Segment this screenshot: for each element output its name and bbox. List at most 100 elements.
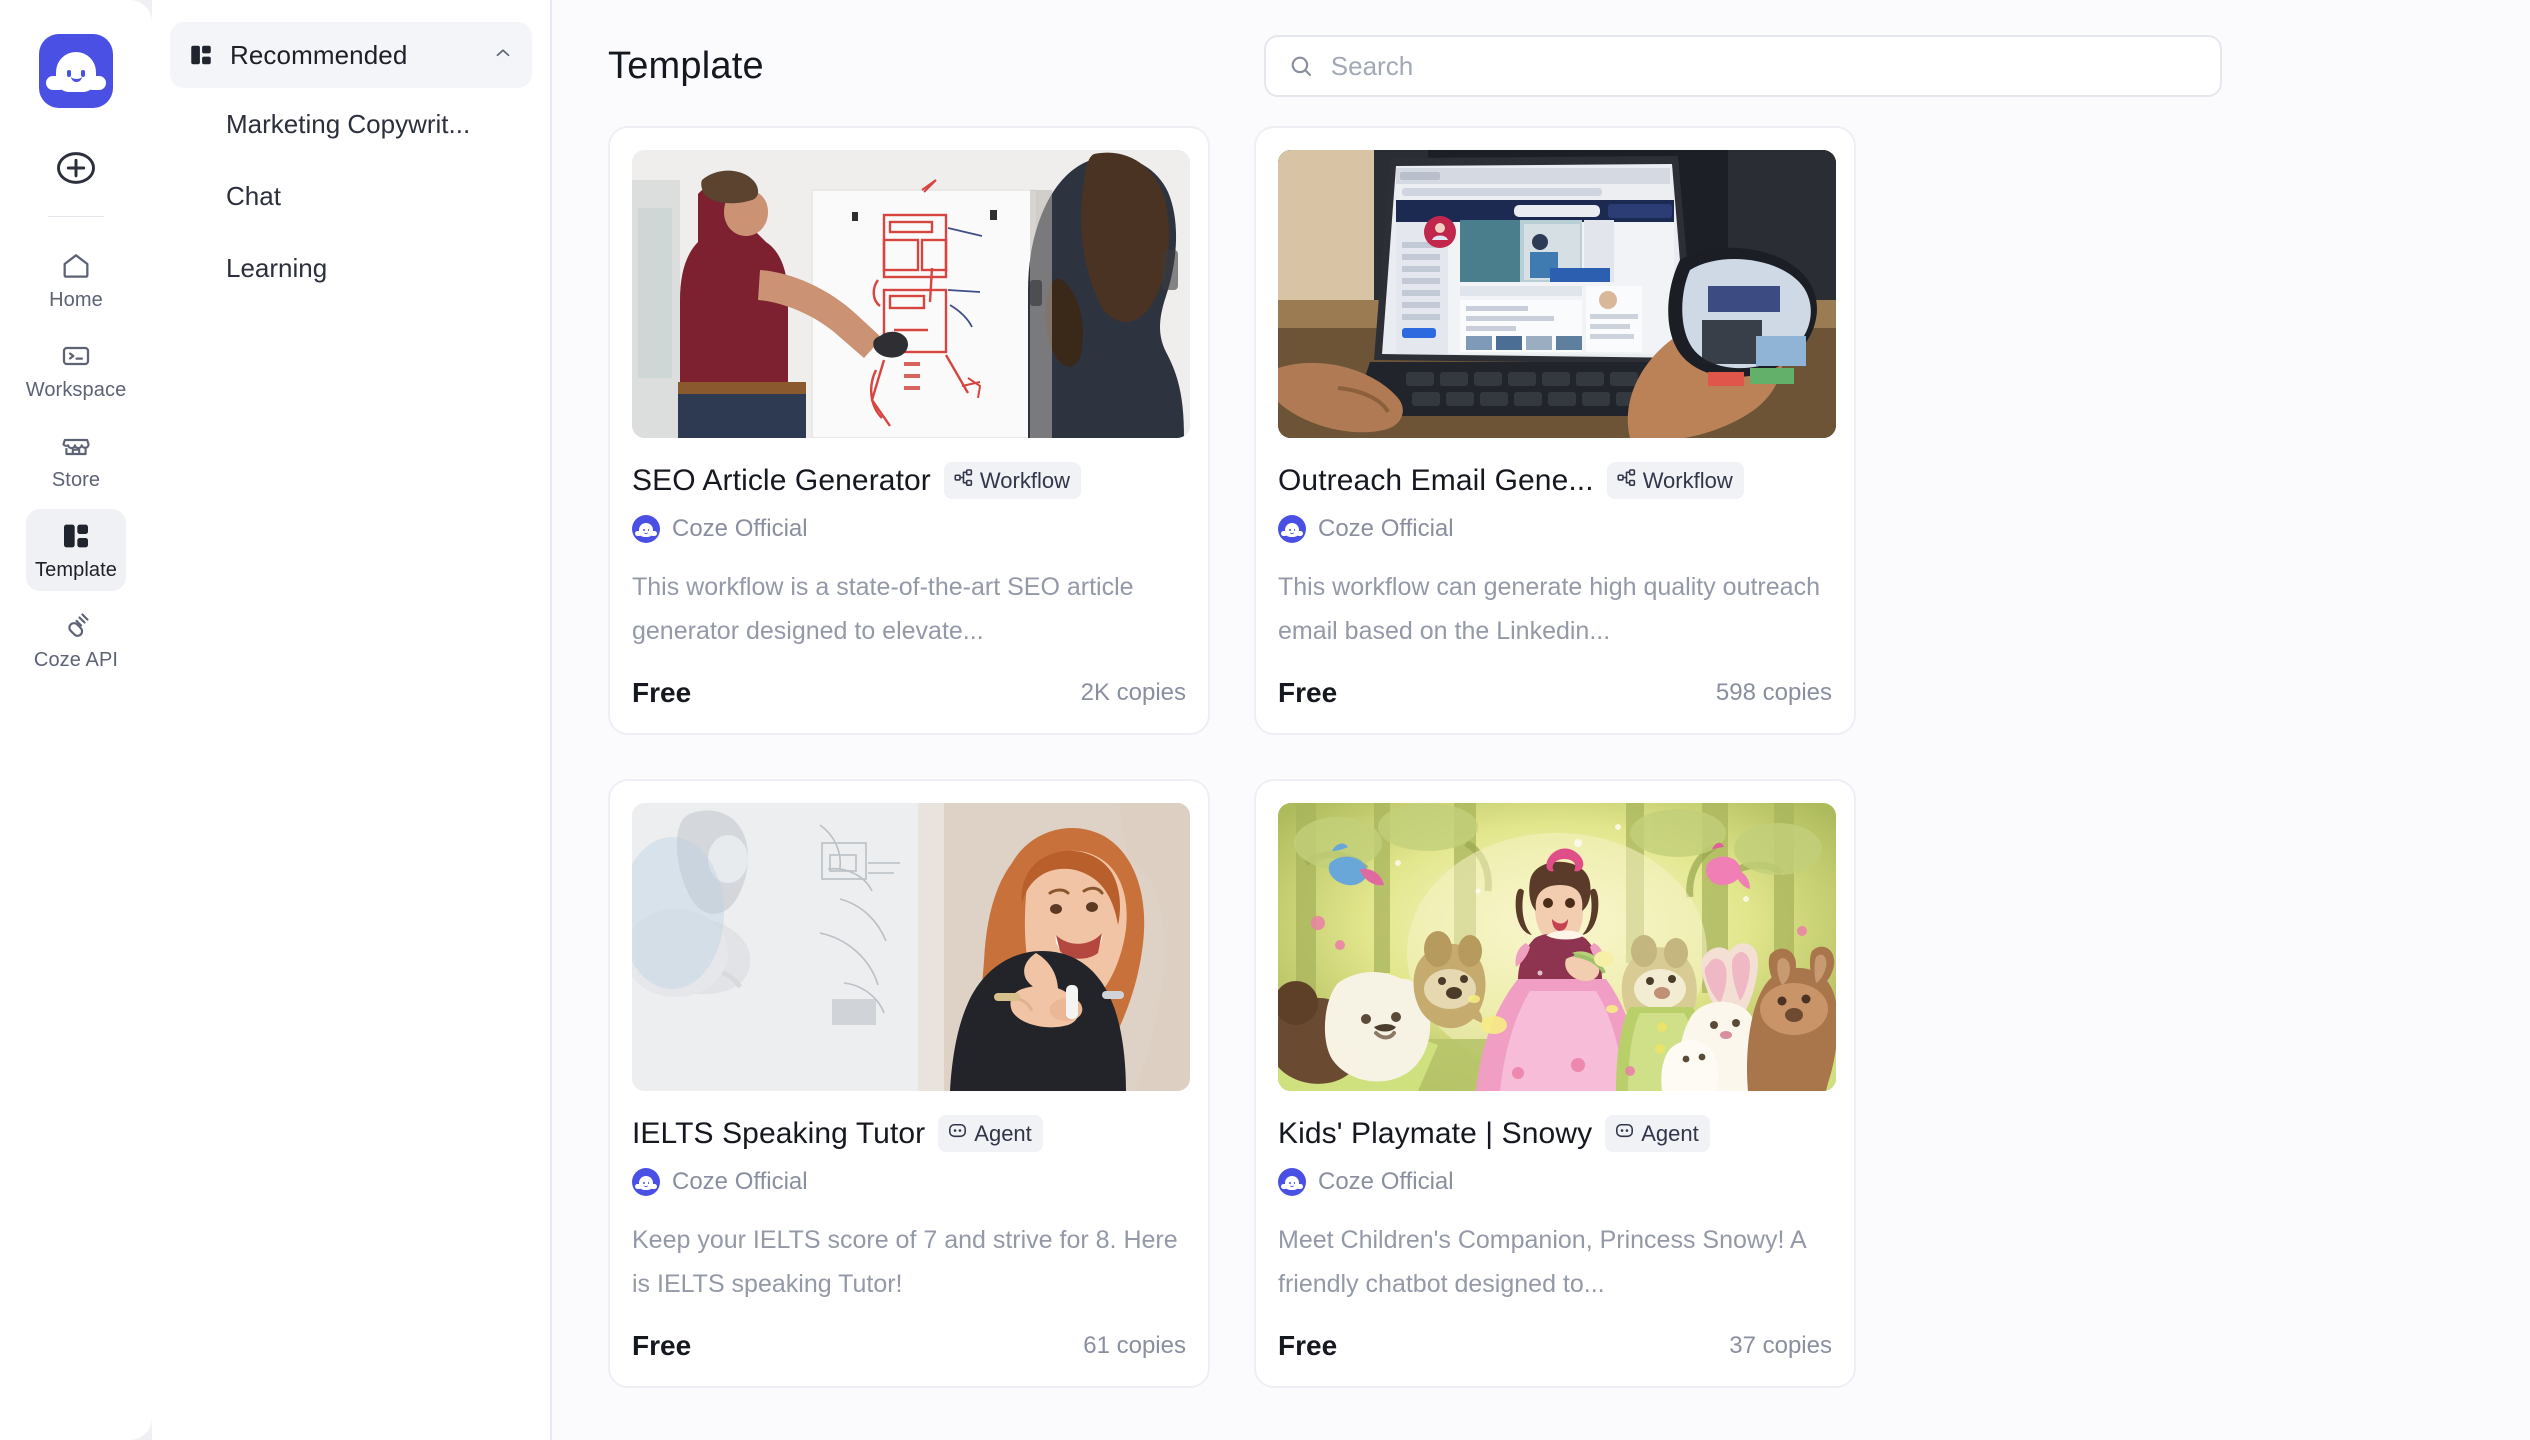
terminal-folder-icon [60, 340, 92, 372]
content-header: Template [608, 30, 2472, 102]
card-price: Free [632, 677, 692, 708]
sidebar-item-store[interactable]: Store [26, 419, 126, 501]
layout-grid-icon [188, 42, 214, 68]
page-title: Template [608, 44, 764, 87]
card-price: Free [1278, 1330, 1338, 1361]
workflow-nodes-icon [1616, 467, 1637, 494]
sidebar-item-label: Store [51, 469, 101, 491]
store-icon [60, 430, 92, 462]
author-name: Coze Official [1318, 515, 1454, 542]
smiling-woman-whiteboard-photo [632, 803, 1190, 1091]
chevron-up-icon[interactable] [492, 42, 514, 69]
category-group-label: Recommended [230, 39, 408, 70]
status-badge: Workflow [1606, 462, 1744, 499]
card-description: Keep your IELTS score of 7 and strive fo… [632, 1226, 1178, 1298]
avatar [632, 1168, 660, 1196]
badge-label: Agent [974, 1120, 1032, 1146]
template-card[interactable]: Kids' Playmate | Snowy Agent Coze Offici… [1254, 779, 1856, 1388]
template-thumbnail [1278, 150, 1836, 438]
plus-circle-icon [57, 152, 95, 184]
coze-ghost-logo[interactable] [39, 34, 113, 108]
create-button[interactable] [54, 146, 98, 190]
search-icon [1288, 53, 1315, 80]
card-description: This workflow is a state-of-the-art SEO … [632, 573, 1134, 645]
sidebar-item-label: Template [35, 559, 117, 581]
card-title: IELTS Speaking Tutor [632, 1116, 926, 1150]
category-group-recommended[interactable]: Recommended [170, 22, 532, 88]
template-thumbnail [632, 150, 1190, 438]
card-title: Kids' Playmate | Snowy [1278, 1116, 1593, 1150]
card-description: Meet Children's Companion, Princess Snow… [1278, 1226, 1806, 1298]
category-item-label: Chat [226, 180, 281, 211]
template-thumbnail [632, 803, 1190, 1091]
main-content: Template Search SEO Article Generator Wo… [552, 0, 2530, 1440]
laptop-social-profile-photo [1278, 150, 1836, 438]
two-people-whiteboard-photo [632, 150, 1190, 438]
status-badge: Workflow [943, 462, 1081, 499]
avatar [632, 515, 660, 543]
sidebar-item-label: Workspace [25, 379, 127, 401]
category-panel: Recommended Marketing Copywrit... Chat L… [152, 0, 552, 1440]
home-icon [60, 250, 92, 282]
card-copies: 2K copies [1080, 679, 1186, 706]
sidebar-item-label: Home [49, 289, 103, 311]
category-item-learning[interactable]: Learning [170, 232, 532, 304]
agent-face-icon [1614, 1120, 1635, 1147]
author-name: Coze Official [672, 1168, 808, 1195]
card-author: Coze Official [632, 1168, 1186, 1196]
badge-label: Agent [1641, 1120, 1699, 1146]
avatar [1278, 1168, 1306, 1196]
avatar [1278, 515, 1306, 543]
category-item-label: Marketing Copywrit... [226, 108, 471, 139]
badge-label: Workflow [979, 467, 1070, 493]
card-price: Free [632, 1330, 692, 1361]
workflow-nodes-icon [953, 467, 974, 494]
rail-divider [48, 216, 104, 217]
card-description: This workflow can generate high quality … [1278, 573, 1820, 645]
card-author: Coze Official [1278, 515, 1832, 543]
search-input[interactable] [1330, 50, 2198, 82]
card-title-row: SEO Article Generator Workflow [632, 462, 1186, 499]
card-footer: Free 61 copies [632, 1318, 1186, 1374]
rail-item-list: Home Workspace Store Template Coze API [0, 239, 152, 689]
card-author: Coze Official [632, 515, 1186, 543]
template-card[interactable]: Outreach Email Gene... Workflow Coze Off… [1254, 126, 1856, 735]
search-box[interactable] [1263, 35, 2222, 97]
category-item-label: Learning [226, 252, 328, 283]
card-title: SEO Article Generator [632, 463, 931, 497]
app-root: Home Workspace Store Template Coze API R… [0, 0, 2530, 1440]
plug-connect-icon [60, 610, 92, 642]
card-footer: Free 37 copies [1278, 1318, 1832, 1374]
princess-forest-animals-illustration [1278, 803, 1836, 1091]
card-copies: 598 copies [1715, 679, 1832, 706]
template-card[interactable]: IELTS Speaking Tutor Agent Coze Official… [608, 779, 1210, 1388]
sidebar-item-coze-api[interactable]: Coze API [26, 599, 126, 681]
primary-nav-rail: Home Workspace Store Template Coze API [0, 0, 152, 1440]
card-footer: Free 2K copies [632, 665, 1186, 721]
card-author: Coze Official [1278, 1168, 1832, 1196]
card-copies: 61 copies [1083, 1332, 1186, 1359]
category-item-chat[interactable]: Chat [170, 160, 532, 232]
sidebar-item-home[interactable]: Home [26, 239, 126, 321]
card-title-row: IELTS Speaking Tutor Agent [632, 1115, 1186, 1152]
sidebar-item-label: Coze API [33, 649, 119, 671]
card-footer: Free 598 copies [1278, 665, 1832, 721]
status-badge: Agent [1605, 1115, 1710, 1152]
sidebar-item-template[interactable]: Template [26, 509, 126, 591]
author-name: Coze Official [672, 515, 808, 542]
card-title-row: Kids' Playmate | Snowy Agent [1278, 1115, 1832, 1152]
template-thumbnail [1278, 803, 1836, 1091]
card-title-row: Outreach Email Gene... Workflow [1278, 462, 1832, 499]
author-name: Coze Official [1318, 1168, 1454, 1195]
ghost-mascot-icon [46, 50, 106, 92]
agent-face-icon [947, 1120, 968, 1147]
card-copies: 37 copies [1729, 1332, 1832, 1359]
card-price: Free [1278, 677, 1338, 708]
sidebar-item-workspace[interactable]: Workspace [26, 329, 126, 411]
category-item-marketing-copywriting[interactable]: Marketing Copywrit... [170, 88, 532, 160]
layout-grid-icon [60, 520, 92, 552]
template-card[interactable]: SEO Article Generator Workflow Coze Offi… [608, 126, 1210, 735]
card-title: Outreach Email Gene... [1278, 463, 1594, 497]
badge-label: Workflow [1642, 467, 1733, 493]
status-badge: Agent [938, 1115, 1043, 1152]
